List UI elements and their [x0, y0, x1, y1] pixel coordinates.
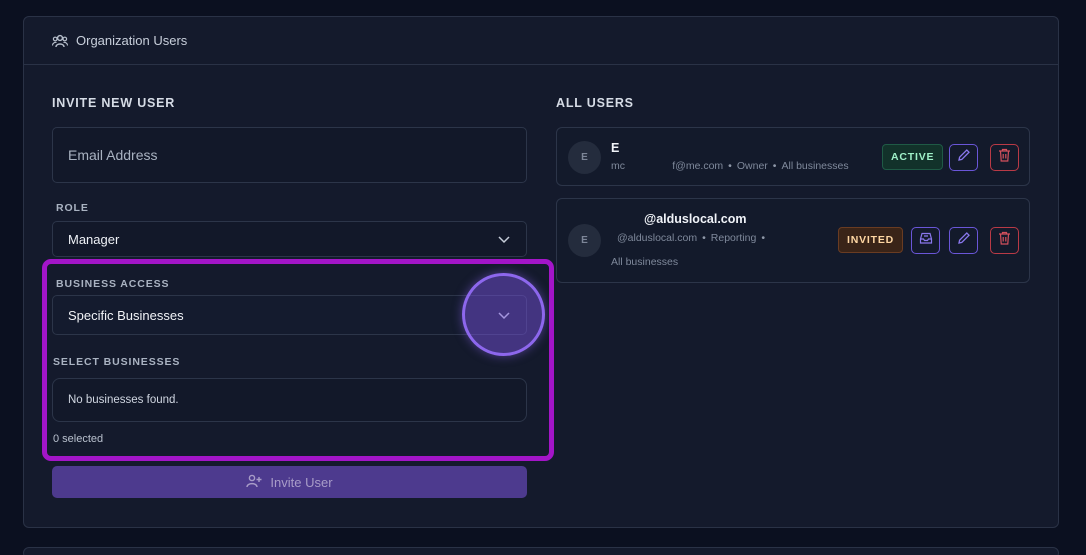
card-header: Organization Users: [24, 17, 1058, 65]
user-name: E: [611, 141, 620, 155]
business-list: No businesses found.: [52, 378, 527, 422]
invite-user-button[interactable]: Invite User: [52, 466, 527, 498]
users-icon: [52, 34, 68, 48]
next-card-edge: [23, 547, 1059, 555]
role-select[interactable]: Manager: [52, 221, 527, 257]
user-email: @alduslocal.com: [617, 232, 698, 244]
avatar: E: [568, 141, 601, 174]
inbox-icon: [919, 231, 933, 250]
user-scope: All businesses: [781, 160, 849, 172]
avatar: E: [568, 224, 601, 257]
invite-user-label: Invite User: [270, 474, 333, 490]
cursor-indicator: [462, 273, 545, 356]
user-scope: All businesses: [611, 256, 679, 268]
user-plus-icon: [246, 474, 262, 491]
business-access-select[interactable]: Specific Businesses: [52, 295, 527, 335]
trash-icon: [998, 231, 1011, 250]
status-badge: INVITED: [838, 227, 904, 253]
role-select-value: Manager: [68, 231, 120, 247]
selected-count: 0 selected: [53, 433, 104, 445]
organization-users-card: Organization Users INVITE NEW USER Email…: [23, 16, 1059, 528]
delete-user-button[interactable]: [990, 227, 1019, 254]
status-badge: ACTIVE: [882, 144, 944, 170]
user-email: f@me.com: [672, 160, 724, 172]
no-businesses-message: No businesses found.: [68, 394, 179, 406]
user-card: E @alduslocal.com @alduslocal.com • Report…: [556, 198, 1030, 283]
card-title: Organization Users: [76, 33, 188, 48]
email-field[interactable]: Email Address: [52, 127, 527, 183]
chevron-down-icon: [498, 232, 510, 247]
select-businesses-label: SELECT BUSINESSES: [53, 356, 181, 368]
all-users-section-title: ALL USERS: [556, 96, 634, 110]
user-role: Owner: [736, 160, 768, 172]
pencil-icon: [957, 148, 971, 167]
invite-section-title: INVITE NEW USER: [52, 96, 176, 110]
trash-icon: [998, 148, 1011, 167]
user-role: Reporting: [710, 232, 757, 244]
role-label: ROLE: [56, 202, 89, 214]
user-meta: mcxxxxxxxxxf@me.com•Owner•All businesses: [611, 160, 849, 172]
user-email-prefix: mc: [611, 160, 625, 172]
business-access-label: BUSINESS ACCESS: [56, 278, 170, 290]
user-card: E E mcxxxxxxxxxf@me.com•Owner•All busine…: [556, 127, 1030, 186]
user-meta: @alduslocal.com • Reporting •: [617, 232, 766, 244]
business-access-value: Specific Businesses: [68, 307, 184, 323]
edit-user-button[interactable]: [949, 227, 978, 254]
pencil-icon: [957, 231, 971, 250]
user-name: @alduslocal.com: [644, 212, 747, 226]
resend-invite-button[interactable]: [911, 227, 940, 254]
delete-user-button[interactable]: [990, 144, 1019, 171]
edit-user-button[interactable]: [949, 144, 978, 171]
